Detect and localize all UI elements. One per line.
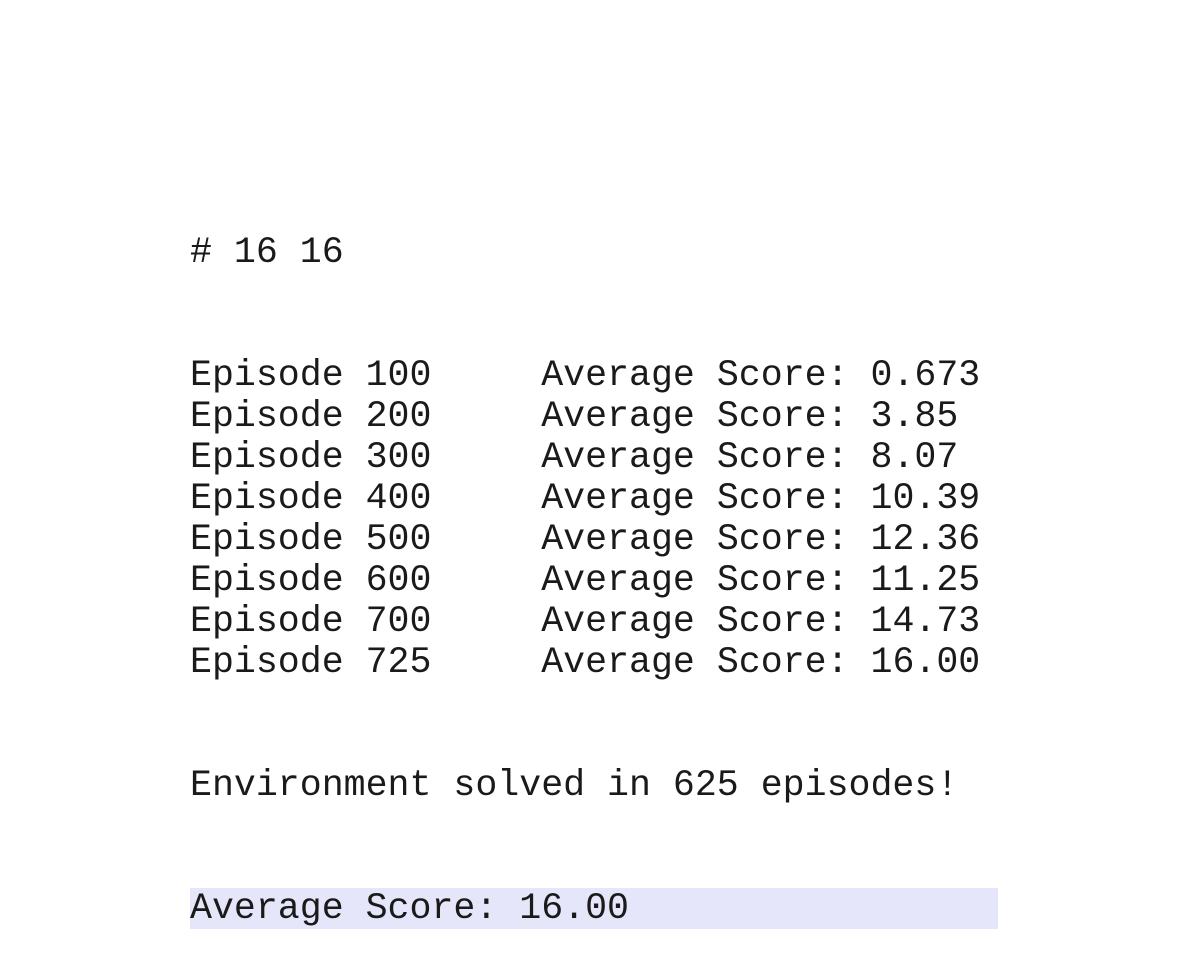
episode-label: Episode	[190, 478, 344, 519]
episode-row: Episode 725 Average Score: 16.00	[190, 642, 998, 683]
episode-row: Episode 100 Average Score: 0.673	[190, 355, 998, 396]
average-score-value: 8.07	[870, 437, 959, 478]
episode-row: Episode 300 Average Score: 8.07	[190, 437, 998, 478]
console-output: # 16 16 Episode 100 Average Score: 0.673…	[190, 150, 998, 970]
average-score-value: 16.00	[870, 642, 981, 683]
episode-row: Episode 400 Average Score: 10.39	[190, 478, 998, 519]
episode-number: 725	[365, 642, 432, 683]
average-score-value: 14.73	[870, 601, 981, 642]
average-score-label: Average Score:	[541, 560, 849, 601]
average-score-value: 10.39	[870, 478, 981, 519]
episode-label: Episode	[190, 355, 344, 396]
final-score-line: Average Score: 16.00	[190, 888, 998, 929]
episode-number: 700	[365, 601, 432, 642]
average-score-label: Average Score:	[541, 355, 849, 396]
episode-number: 500	[365, 519, 432, 560]
episode-number: 600	[365, 560, 432, 601]
average-score-value: 11.25	[870, 560, 981, 601]
average-score-label: Average Score:	[541, 478, 849, 519]
episode-row: Episode 700 Average Score: 14.73	[190, 601, 998, 642]
average-score-label: Average Score:	[541, 396, 849, 437]
episode-row: Episode 600 Average Score: 11.25	[190, 560, 998, 601]
episode-label: Episode	[190, 560, 344, 601]
episode-number: 300	[365, 437, 432, 478]
episode-label: Episode	[190, 437, 344, 478]
episode-row: Episode 500 Average Score: 12.36	[190, 519, 998, 560]
average-score-value: 0.673	[870, 355, 981, 396]
header-line: # 16 16	[190, 232, 344, 273]
episode-number: 400	[365, 478, 432, 519]
episode-number: 200	[365, 396, 432, 437]
episode-label: Episode	[190, 601, 344, 642]
episode-row: Episode 200 Average Score: 3.85	[190, 396, 998, 437]
episode-list: Episode 100 Average Score: 0.673 Episode …	[190, 355, 998, 683]
average-score-label: Average Score:	[541, 642, 849, 683]
solved-message: Environment solved in 625 episodes!	[190, 765, 959, 806]
average-score-label: Average Score:	[541, 601, 849, 642]
episode-number: 100	[365, 355, 432, 396]
episode-label: Episode	[190, 396, 344, 437]
episode-label: Episode	[190, 642, 344, 683]
episode-label: Episode	[190, 519, 344, 560]
average-score-label: Average Score:	[541, 437, 849, 478]
average-score-value: 12.36	[870, 519, 981, 560]
average-score-value: 3.85	[870, 396, 959, 437]
average-score-label: Average Score:	[541, 519, 849, 560]
